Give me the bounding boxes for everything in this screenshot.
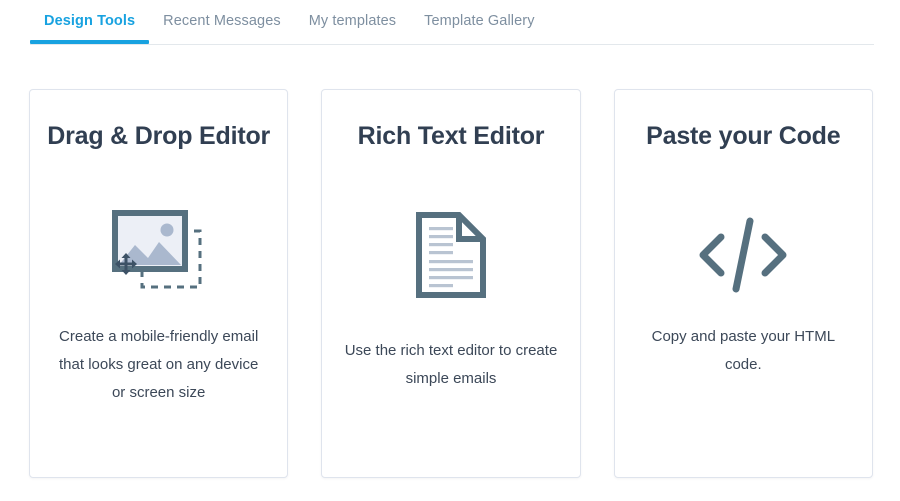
tab-design-tools[interactable]: Design Tools [30, 0, 150, 43]
image-drag-drop-icon [111, 207, 207, 303]
tab-recent-messages[interactable]: Recent Messages [149, 0, 295, 43]
card-title: Drag & Drop Editor [47, 122, 271, 150]
tab-my-templates[interactable]: My templates [295, 0, 410, 43]
design-tools-card-grid: Drag & Drop Editor Create a mobile-frien… [0, 45, 900, 478]
card-rich-text-editor[interactable]: Rich Text Editor Use the rich text edito… [321, 89, 581, 478]
tab-label: Template Gallery [424, 13, 535, 29]
tab-label: My templates [308, 13, 397, 29]
card-drag-and-drop-editor[interactable]: Drag & Drop Editor Create a mobile-frien… [29, 89, 289, 478]
card-paste-your-code[interactable]: Paste your Code Copy and paste your HTML… [613, 89, 873, 478]
tab-bar: Design Tools Recent Messages My template… [0, 0, 900, 45]
code-brackets-icon [695, 207, 791, 303]
card-description: Create a mobile-friendly email that look… [59, 328, 259, 401]
card-title: Paste your Code [646, 122, 841, 150]
card-title: Rich Text Editor [357, 122, 545, 150]
card-description: Use the rich text editor to create simpl… [344, 342, 558, 387]
tab-label: Recent Messages [163, 13, 281, 29]
tab-label: Design Tools [44, 13, 136, 29]
card-description: Copy and paste your HTML code. [651, 328, 836, 373]
document-icon [415, 207, 487, 303]
tab-template-gallery[interactable]: Template Gallery [410, 0, 548, 43]
